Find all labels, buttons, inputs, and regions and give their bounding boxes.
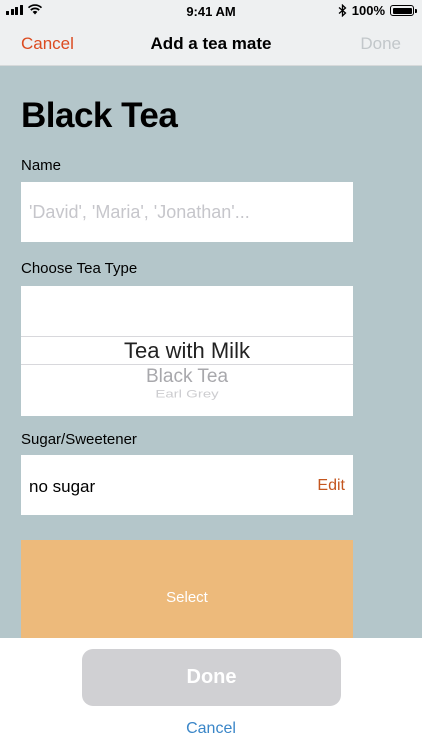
nav-cancel-button[interactable]: Cancel (21, 34, 74, 54)
picker-bottom-line (21, 364, 353, 365)
sweetener-row: no sugar Edit (21, 455, 353, 515)
status-bar: 9:41 AM 100% (0, 0, 422, 22)
select-button-label: Select (166, 588, 208, 606)
name-input[interactable] (21, 182, 353, 242)
battery-percent: 100% (351, 3, 385, 18)
bottom-action-sheet: Done Cancel (0, 638, 422, 750)
bluetooth-icon (338, 4, 347, 17)
nav-done-button[interactable]: Done (360, 34, 401, 54)
picker-option-selected[interactable]: Tea with Milk (21, 338, 353, 364)
picker-top-line (21, 336, 353, 337)
sweetener-value: no sugar (29, 477, 96, 496)
status-right: 100% (338, 3, 417, 18)
done-button[interactable]: Done (82, 649, 341, 706)
picker-option[interactable]: Earl Grey (21, 388, 353, 400)
picker-option[interactable]: Black Tea (21, 366, 353, 388)
tea-type-label: Choose Tea Type (21, 260, 138, 277)
done-button-label: Done (186, 666, 237, 688)
navigation-bar: Cancel Add a tea mate Done (0, 22, 422, 66)
page-title: Black Tea (21, 96, 178, 135)
battery-icon (390, 5, 417, 16)
name-label: Name (21, 157, 62, 174)
tea-type-picker[interactable]: Tea with Milk Black Tea Earl Grey (21, 286, 353, 416)
cancel-button[interactable]: Cancel (0, 720, 422, 738)
select-button[interactable]: Select (21, 540, 353, 648)
sweetener-label: Sugar/Sweetener (21, 431, 137, 448)
sweetener-edit-button[interactable]: Edit (317, 477, 345, 495)
